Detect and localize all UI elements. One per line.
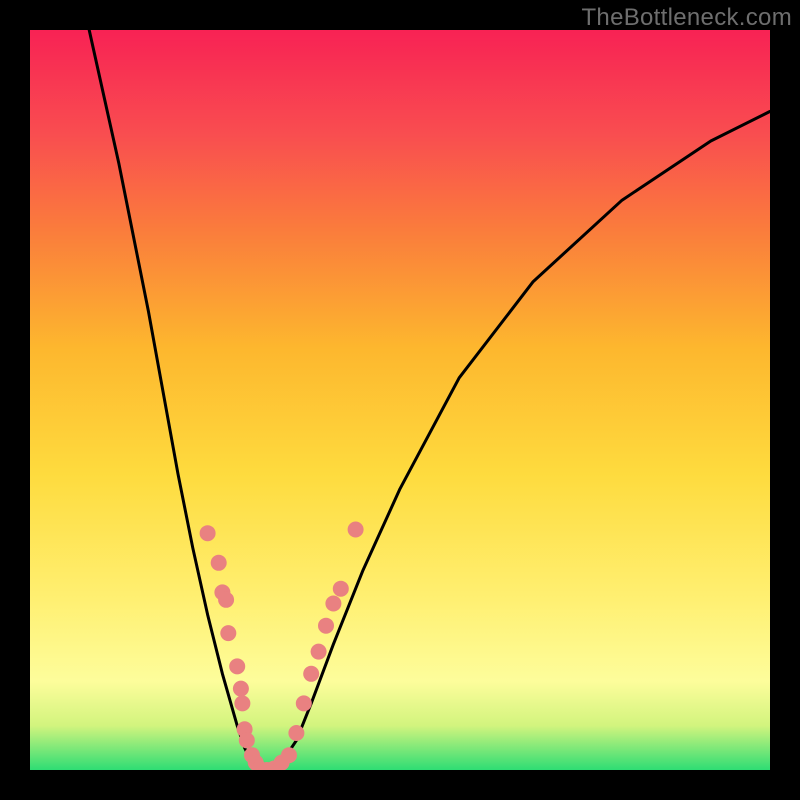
marker-point xyxy=(333,581,349,597)
marker-point xyxy=(318,618,334,634)
marker-point xyxy=(218,592,234,608)
marker-point xyxy=(200,525,216,541)
chart-frame: TheBottleneck.com xyxy=(0,0,800,800)
marker-point xyxy=(303,666,319,682)
marker-point xyxy=(233,681,249,697)
marker-point xyxy=(211,555,227,571)
marker-point xyxy=(234,695,250,711)
marker-point xyxy=(220,625,236,641)
marker-point xyxy=(281,747,297,763)
watermark-text: TheBottleneck.com xyxy=(581,4,792,32)
marker-point xyxy=(288,725,304,741)
marker-point xyxy=(348,522,364,538)
right-curve-line xyxy=(267,111,770,770)
marker-point xyxy=(325,596,341,612)
marker-point xyxy=(296,695,312,711)
scatter-markers xyxy=(200,522,364,771)
marker-point xyxy=(229,658,245,674)
marker-point xyxy=(239,732,255,748)
marker-point xyxy=(311,644,327,660)
chart-svg xyxy=(30,30,770,770)
plot-area xyxy=(30,30,770,770)
